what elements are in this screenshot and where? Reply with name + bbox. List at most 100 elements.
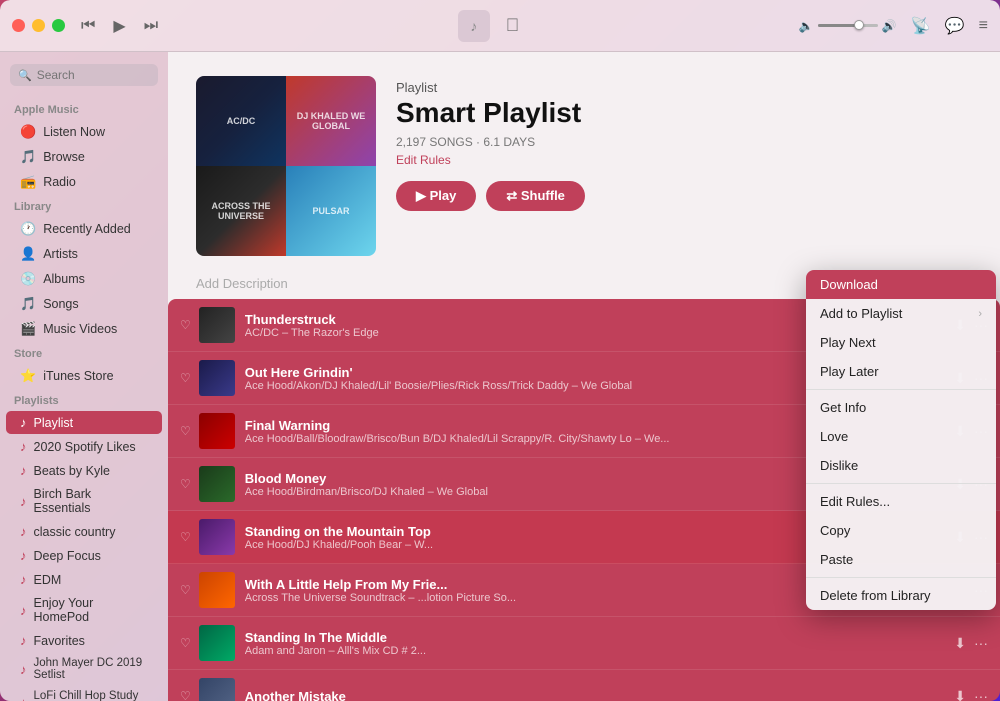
playlist-icon-4: ♪ [20,494,27,509]
traffic-lights [12,19,65,32]
sidebar-item-beats-kyle[interactable]: ♪ Beats by Kyle [6,459,162,482]
playlist-icon-2: ♪ [20,439,27,454]
playlist-icon-11: ♪ [20,695,27,701]
context-menu-item-get-info[interactable]: Get Info [806,393,996,422]
close-button[interactable] [12,19,25,32]
recently-added-icon: 🕐 [20,221,36,237]
sidebar-item-birch-bark[interactable]: ♪ Birch Bark Essentials [6,483,162,519]
heart-icon[interactable]: ♡ [180,583,191,597]
sidebar-item-label: Music Videos [43,322,117,336]
more-icon[interactable]: ··· [974,635,988,651]
menu-button[interactable]: ≡ [979,17,988,35]
sidebar-item-classic-country[interactable]: ♪ classic country [6,520,162,543]
playlist-artwork: AC/DC DJ KHALED WE GLOBAL ACROSS THE UNI… [196,76,376,256]
radio-icon: 📻 [20,174,36,190]
search-input[interactable] [37,68,150,82]
sidebar-item-songs[interactable]: 🎵 Songs [6,292,162,316]
sidebar-item-label: Birch Bark Essentials [34,487,149,515]
song-row[interactable]: ♡ Standing In The Middle Adam and Jaron … [168,617,1000,670]
sidebar-item-itunes-store[interactable]: ⭐ iTunes Store [6,364,162,388]
sidebar-item-label: LoFi Chill Hop Study Beats [34,690,149,701]
sidebar-section-playlists: Playlists [0,389,168,410]
play-button[interactable]: ▶ Play [396,181,476,211]
sidebar-item-radio[interactable]: 📻 Radio [6,170,162,194]
sidebar-item-deep-focus[interactable]: ♪ Deep Focus [6,544,162,567]
sidebar-item-browse[interactable]: 🎵 Browse [6,145,162,169]
maximize-button[interactable] [52,19,65,32]
context-menu-item-play-next[interactable]: Play Next [806,328,996,357]
context-play-later-label: Play Later [820,364,879,379]
volume-control[interactable]: 🔈 🔊 [799,19,897,33]
sidebar-item-enjoy-homepod[interactable]: ♪ Enjoy Your HomePod [6,592,162,628]
song-actions: ⬇ ··· [946,688,988,701]
context-menu-item-copy[interactable]: Copy [806,516,996,545]
sidebar-item-playlist[interactable]: ♪ Playlist [6,411,162,434]
rewind-button[interactable]: ⏮ [81,17,95,35]
heart-icon[interactable]: ♡ [180,318,191,332]
album-art-4: PULSAR [286,166,376,256]
heart-icon[interactable]: ♡ [180,424,191,438]
context-menu-item-dislike[interactable]: Dislike [806,451,996,480]
heart-icon[interactable]: ♡ [180,477,191,491]
song-info: Another Mistake [245,689,947,701]
fast-forward-button[interactable]: ⏭ [144,17,158,35]
play-pause-button[interactable]: ▶ [113,16,125,36]
sidebar-item-music-videos[interactable]: 🎬 Music Videos [6,317,162,341]
playlist-icon-5: ♪ [20,524,27,539]
song-actions: ⬇ ··· [946,635,988,652]
heart-icon[interactable]: ♡ [180,689,191,701]
playlist-icon-8: ♪ [20,603,27,618]
titlebar-center: ♪  [178,10,799,42]
playlist-icon-7: ♪ [20,572,27,587]
sidebar-item-lofi[interactable]: ♪ LoFi Chill Hop Study Beats [6,686,162,701]
sidebar-item-label: Playlist [34,416,74,430]
sidebar-item-label: John Mayer DC 2019 Setlist [34,657,149,681]
sidebar-item-john-mayer[interactable]: ♪ John Mayer DC 2019 Setlist [6,653,162,685]
shuffle-button[interactable]: ⇄ Shuffle [486,181,585,211]
sidebar-item-edm[interactable]: ♪ EDM [6,568,162,591]
heart-icon[interactable]: ♡ [180,636,191,650]
sidebar-section-apple-music: Apple Music [0,98,168,119]
sidebar-item-artists[interactable]: 👤 Artists [6,242,162,266]
playlist-icon-9: ♪ [20,633,27,648]
context-menu-item-add-to-playlist[interactable]: Add to Playlist › [806,299,996,328]
download-icon[interactable]: ⬇ [954,688,966,701]
song-thumbnail [199,678,235,701]
context-menu-item-download[interactable]: Download [806,270,996,299]
sidebar-item-label: Songs [43,297,78,311]
context-menu-item-play-later[interactable]: Play Later [806,357,996,386]
lyrics-button[interactable]: 💬 [945,16,965,36]
context-menu-item-edit-rules[interactable]: Edit Rules... [806,487,996,516]
volume-slider[interactable] [818,24,878,27]
playlist-meta: 2,197 SONGS · 6.1 DAYS [396,135,585,149]
heart-icon[interactable]: ♡ [180,371,191,385]
airplay-button[interactable]: 📡 [911,16,931,36]
sidebar-item-listen-now[interactable]: 🔴 Listen Now [6,120,162,144]
sidebar-item-favorites[interactable]: ♪ Favorites [6,629,162,652]
song-thumbnail [199,413,235,449]
playlist-icon: ♪ [20,415,27,430]
search-bar[interactable]: 🔍 [10,64,158,86]
sidebar-item-label: Radio [43,175,76,189]
sidebar-item-2020-spotify[interactable]: ♪ 2020 Spotify Likes [6,435,162,458]
context-copy-label: Copy [820,523,850,538]
sidebar-item-recently-added[interactable]: 🕐 Recently Added [6,217,162,241]
context-dislike-label: Dislike [820,458,858,473]
heart-icon[interactable]: ♡ [180,530,191,544]
context-menu-item-paste[interactable]: Paste [806,545,996,574]
context-menu-separator-1 [806,389,996,390]
context-menu-item-delete[interactable]: Delete from Library [806,581,996,610]
listen-now-icon: 🔴 [20,124,36,140]
edit-rules-link[interactable]: Edit Rules [396,153,585,167]
more-icon[interactable]: ··· [974,688,988,701]
download-icon[interactable]: ⬇ [954,635,966,652]
song-thumbnail [199,360,235,396]
context-menu-item-love[interactable]: Love [806,422,996,451]
playlist-icon-10: ♪ [20,662,27,677]
song-row[interactable]: ♡ Another Mistake ⬇ ··· [168,670,1000,701]
playlist-actions: ▶ Play ⇄ Shuffle [396,181,585,211]
minimize-button[interactable] [32,19,45,32]
sidebar-item-label: EDM [34,573,62,587]
song-artist: Adam and Jaron – Alll's Mix CD # 2... [245,645,947,657]
sidebar-item-albums[interactable]: 💿 Albums [6,267,162,291]
